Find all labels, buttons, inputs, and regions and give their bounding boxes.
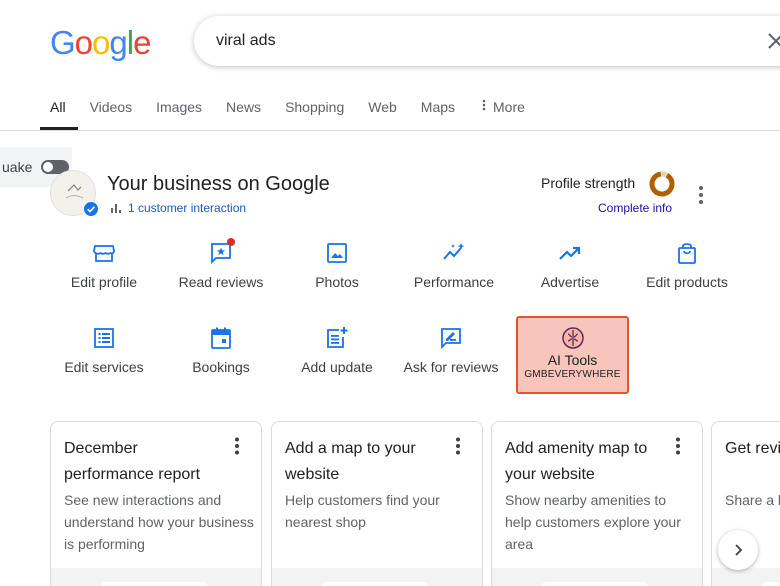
clear-search-button[interactable] [764, 29, 780, 53]
card-footer [51, 568, 261, 586]
logo-letter: o [74, 24, 93, 61]
logo-letter: o [92, 24, 110, 61]
profile-strength-donut-icon [649, 171, 675, 197]
verified-badge-icon [83, 201, 99, 217]
tab-label: Images [156, 99, 203, 115]
customer-interaction-link[interactable]: 1 customer interaction [110, 201, 246, 215]
tab-videos[interactable]: Videos [78, 90, 145, 130]
trending-up-icon [559, 246, 581, 260]
search-box [194, 16, 780, 66]
tab-label: More [493, 99, 525, 115]
post-add-icon [327, 327, 348, 348]
close-icon [768, 33, 780, 49]
card-menu-button[interactable] [227, 436, 247, 456]
suggestion-card[interactable]: Add a map to your website Help customers… [271, 421, 483, 586]
more-vert-icon [235, 437, 239, 455]
performance-icon [443, 243, 465, 260]
advertise-button[interactable]: Advertise [512, 241, 628, 290]
bar-chart-icon [111, 204, 121, 213]
card-description: Show nearby amenities to help customers … [505, 492, 681, 552]
card-description: See new interactions and understand how … [64, 492, 254, 552]
card-title: December performance report [64, 440, 201, 483]
ask-for-reviews-button[interactable]: Ask for reviews [396, 326, 506, 375]
customer-interaction-label: 1 customer interaction [128, 201, 247, 215]
more-vert-icon [699, 186, 703, 204]
card-title: Add amenity map to your website [505, 440, 648, 483]
store-icon [93, 245, 115, 262]
calendar-icon [211, 327, 231, 349]
business-menu-button[interactable] [690, 184, 712, 206]
side-toggle-label: uake [2, 159, 33, 175]
action-label: Edit profile [70, 274, 138, 290]
logo-letter: G [50, 24, 76, 61]
card-footer [492, 568, 702, 586]
read-reviews-button[interactable]: Read reviews [163, 238, 279, 290]
performance-button[interactable]: Performance [396, 241, 512, 290]
tab-label: Shopping [285, 99, 345, 115]
search-input[interactable] [216, 16, 716, 66]
tabs-divider [0, 130, 780, 131]
add-update-button[interactable]: Add update [279, 326, 395, 375]
logo-letter: e [133, 24, 151, 61]
action-label: Read reviews [178, 274, 264, 290]
card-menu-button[interactable] [448, 436, 468, 456]
tab-label: All [50, 99, 66, 115]
business-title: Your business on Google [107, 173, 330, 195]
card-menu-button[interactable] [668, 436, 688, 456]
card-title: Add a map to your website [285, 440, 416, 483]
action-label: Edit products [646, 274, 728, 290]
more-vert-icon [676, 437, 680, 455]
ai-tools-title: AI Tools [547, 352, 598, 368]
action-label: Edit services [64, 359, 144, 375]
more-vert-icon [482, 99, 486, 111]
suggestion-card[interactable]: December performance report See new inte… [50, 421, 262, 586]
card-footer [272, 568, 482, 586]
edit-services-button[interactable]: Edit services [46, 326, 162, 375]
bookings-button[interactable]: Bookings [163, 326, 279, 375]
card-description: Share a link with customers [725, 492, 780, 508]
rate-review-icon [441, 328, 461, 350]
tab-label: Maps [420, 99, 456, 115]
action-label: Advertise [540, 274, 600, 290]
list-icon [94, 328, 114, 348]
card-footer [712, 568, 780, 586]
new-review-dot [227, 238, 235, 246]
ai-tools-subtitle: GMBEVERYWHERE [524, 369, 621, 380]
action-label: Photos [315, 274, 359, 290]
action-label: Add update [301, 359, 373, 375]
card-title: Get reviews from customers [725, 440, 780, 457]
tab-news[interactable]: News [214, 90, 273, 130]
tab-label: Videos [89, 99, 133, 115]
action-label: Bookings [192, 359, 250, 375]
shopping-bag-icon [678, 243, 696, 264]
tab-more[interactable]: More [467, 90, 537, 130]
chevron-right-icon [735, 544, 743, 556]
action-label: Ask for reviews [403, 359, 499, 375]
tab-maps[interactable]: Maps [409, 90, 467, 130]
carousel-next-button[interactable] [718, 530, 758, 570]
search-tabs: All Videos Images News Shopping Web Maps… [40, 90, 537, 130]
tab-images[interactable]: Images [144, 90, 214, 130]
card-description: Help customers find your nearest shop [285, 492, 440, 530]
action-label: Performance [413, 274, 495, 290]
tab-all[interactable]: All [40, 90, 78, 130]
suggestion-card[interactable]: Add amenity map to your website Show nea… [491, 421, 703, 586]
tab-shopping[interactable]: Shopping [273, 90, 356, 130]
tab-web[interactable]: Web [356, 90, 409, 130]
logo-letter: g [109, 24, 127, 61]
photos-button[interactable]: Photos [279, 241, 395, 290]
more-vert-icon [456, 437, 460, 455]
complete-info-link[interactable]: Complete info [598, 201, 672, 215]
edit-products-button[interactable]: Edit products [629, 241, 745, 290]
tab-label: Web [368, 99, 397, 115]
edit-profile-button[interactable]: Edit profile [46, 241, 162, 290]
ai-tools-button[interactable]: AI Tools GMBEVERYWHERE [516, 316, 629, 394]
tab-label: News [226, 99, 262, 115]
brain-icon [561, 327, 584, 349]
profile-strength-label: Profile strength [541, 175, 636, 191]
photos-icon [327, 243, 347, 263]
google-logo[interactable]: Google [50, 24, 151, 62]
